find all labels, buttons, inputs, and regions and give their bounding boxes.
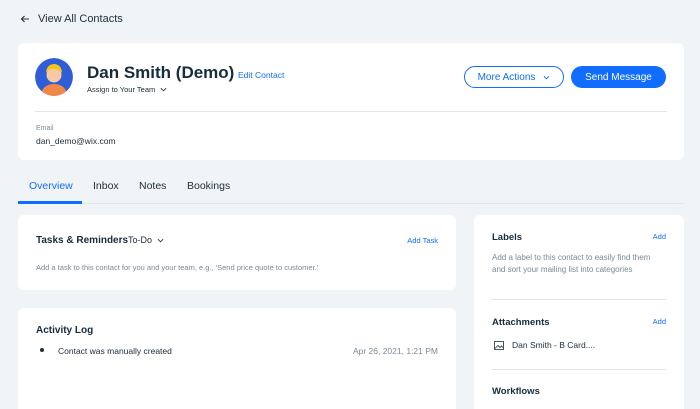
attachment-name: Dan Smith - B Card.... bbox=[512, 340, 596, 350]
email-value: dan_demo@wix.com bbox=[36, 136, 116, 146]
add-task-link[interactable]: Add Task bbox=[407, 236, 438, 245]
activity-item-date: Apr 26, 2021, 1:21 PM bbox=[352, 346, 438, 356]
tab-bar: Overview Inbox Notes Bookings bbox=[18, 170, 684, 204]
todo-filter-dropdown[interactable]: To-Do bbox=[128, 235, 164, 245]
tab-bookings[interactable]: Bookings bbox=[187, 180, 230, 192]
todo-filter-label: To-Do bbox=[128, 235, 153, 245]
chevron-down-icon bbox=[160, 87, 167, 92]
back-link[interactable]: View All Contacts bbox=[20, 13, 123, 25]
tasks-description: Add a task to this contact for you and y… bbox=[36, 263, 319, 272]
assign-team-dropdown[interactable]: Assign to Your Team bbox=[87, 85, 167, 94]
more-actions-button[interactable]: More Actions bbox=[464, 66, 564, 88]
chevron-down-icon bbox=[543, 75, 550, 79]
chevron-down-icon bbox=[157, 238, 164, 242]
edit-contact-link[interactable]: Edit Contact bbox=[238, 70, 284, 80]
tab-notes[interactable]: Notes bbox=[139, 180, 166, 192]
bullet-icon bbox=[40, 348, 44, 352]
add-attachment-link[interactable]: Add bbox=[653, 317, 666, 326]
activity-log-card: Activity Log Contact was manually create… bbox=[18, 308, 456, 409]
assign-team-label: Assign to Your Team bbox=[87, 85, 156, 94]
divider bbox=[35, 111, 667, 112]
back-link-label: View All Contacts bbox=[38, 13, 123, 25]
activity-item-text: Contact was manually created bbox=[58, 346, 172, 356]
attachments-title: Attachments bbox=[492, 317, 550, 328]
more-actions-label: More Actions bbox=[477, 71, 536, 83]
avatar bbox=[35, 58, 73, 96]
contact-name: Dan Smith (Demo) bbox=[87, 63, 235, 82]
contact-header-card: Dan Smith (Demo) Edit Contact Assign to … bbox=[18, 43, 684, 160]
activity-log-title: Activity Log bbox=[36, 325, 94, 336]
tasks-card: Tasks & Reminders To-Do Add Task Add a t… bbox=[18, 215, 456, 290]
image-file-icon bbox=[494, 340, 504, 350]
attachment-item[interactable]: Dan Smith - B Card.... bbox=[494, 340, 595, 350]
divider bbox=[492, 369, 666, 370]
sidebar-card: Labels Add Add a label to this contact t… bbox=[474, 215, 684, 409]
tasks-title: Tasks & Reminders bbox=[36, 235, 129, 246]
tab-inbox[interactable]: Inbox bbox=[93, 180, 119, 192]
arrow-left-icon bbox=[20, 15, 29, 23]
divider bbox=[492, 299, 666, 300]
tab-overview[interactable]: Overview bbox=[29, 180, 73, 192]
labels-title: Labels bbox=[492, 232, 523, 243]
workflows-title: Workflows bbox=[492, 386, 540, 397]
active-tab-indicator bbox=[18, 201, 82, 204]
email-label: Email bbox=[36, 125, 54, 132]
add-label-link[interactable]: Add bbox=[653, 232, 666, 241]
send-message-button[interactable]: Send Message bbox=[571, 66, 666, 88]
labels-description: Add a label to this contact to easily fi… bbox=[492, 253, 651, 274]
